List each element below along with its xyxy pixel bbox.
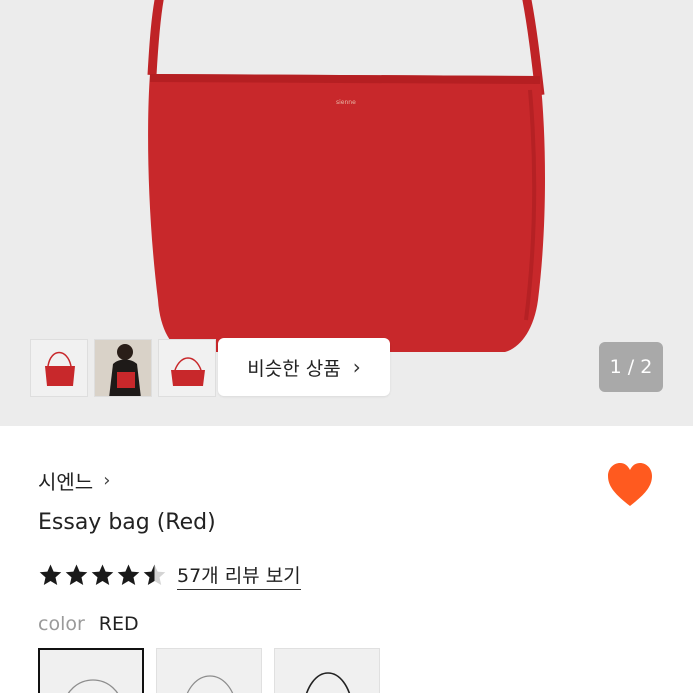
swatch-black[interactable] bbox=[274, 648, 380, 693]
thumbnail-strip bbox=[30, 339, 216, 397]
star-full-icon bbox=[65, 564, 88, 585]
color-value: RED bbox=[98, 613, 139, 635]
product-image-gallery[interactable]: sienne 비슷한 상품 › 1 / 2 bbox=[0, 0, 693, 426]
similar-products-label: 비슷한 상품 bbox=[247, 357, 341, 380]
product-title: Essay bag (Red) bbox=[38, 510, 216, 535]
color-option-row: color RED bbox=[38, 613, 139, 635]
star-full-icon bbox=[39, 564, 62, 585]
brand-name: 시엔느 bbox=[38, 470, 94, 494]
svg-text:sienne: sienne bbox=[336, 99, 356, 106]
color-label: color bbox=[38, 613, 85, 635]
swatch-beige[interactable] bbox=[156, 648, 262, 693]
star-rating bbox=[38, 563, 167, 588]
chevron-right-icon: › bbox=[352, 355, 361, 379]
swatch-red[interactable] bbox=[38, 648, 144, 693]
thumbnail-bag-front[interactable] bbox=[30, 339, 88, 397]
color-swatches bbox=[38, 648, 380, 693]
image-pager: 1 / 2 bbox=[599, 342, 663, 392]
star-full-icon bbox=[117, 564, 140, 585]
similar-products-button[interactable]: 비슷한 상품 › bbox=[218, 338, 390, 396]
brand-link[interactable]: 시엔느 › bbox=[38, 466, 110, 495]
rating-row: 57개 리뷰 보기 bbox=[38, 561, 301, 590]
chevron-right-icon: › bbox=[103, 470, 111, 491]
review-link[interactable]: 57개 리뷰 보기 bbox=[177, 561, 301, 590]
thumbnail-model-wearing[interactable] bbox=[94, 339, 152, 397]
heart-icon[interactable] bbox=[606, 462, 654, 508]
star-half-icon bbox=[143, 564, 166, 585]
thumbnail-bag-side[interactable] bbox=[158, 339, 216, 397]
star-full-icon bbox=[91, 564, 114, 585]
